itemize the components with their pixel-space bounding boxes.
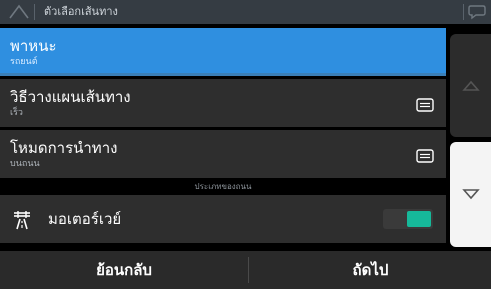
list-item-title: พาหนะ — [10, 37, 57, 55]
toggle-knob — [407, 211, 431, 227]
speech-bubble-icon[interactable] — [468, 4, 486, 20]
list-icon — [416, 148, 434, 163]
next-button[interactable]: ถัดไป — [250, 251, 491, 289]
footer-bar: ย้อนกลับ ถัดไป — [0, 251, 491, 289]
chevron-down-icon — [462, 189, 480, 200]
list-item-title: โหมดการนำทาง — [10, 139, 118, 157]
list-item-vehicle[interactable]: พาหนะ รถยนต์ — [0, 28, 446, 76]
navigation-arrow-icon[interactable] — [8, 4, 30, 20]
list-item-title: วิธีวางแผนเส้นทาง — [10, 88, 131, 106]
scroll-down-button[interactable] — [450, 142, 491, 247]
list-item-subtitle: รถยนต์ — [10, 57, 38, 67]
motorway-label: มอเตอร์เวย์ — [48, 210, 122, 228]
header-divider — [34, 4, 35, 20]
list-item-subtitle: เร็ว — [10, 108, 23, 118]
header-divider-right — [463, 4, 464, 20]
list-item-subtitle: บนถนน — [10, 159, 40, 169]
motorway-icon — [10, 207, 34, 231]
header-bar: ตัวเลือกเส้นทาง — [0, 0, 491, 24]
route-options-screen: ตัวเลือกเส้นทาง พาหนะ รถยนต์ วิธีวางแผนเ… — [0, 0, 491, 289]
chevron-up-icon — [462, 80, 480, 91]
list-item-route-planning[interactable]: วิธีวางแผนเส้นทาง เร็ว — [0, 79, 446, 127]
section-header-road-types: ประเภทของถนน — [194, 182, 252, 191]
scroll-up-button[interactable] — [450, 34, 491, 137]
motorway-toggle-switch[interactable] — [383, 209, 433, 229]
list-item-navigation-mode[interactable]: โหมดการนำทาง บนถนน — [0, 130, 446, 178]
back-button[interactable]: ย้อนกลับ — [0, 251, 248, 289]
footer-divider — [248, 257, 249, 283]
page-title: ตัวเลือกเส้นทาง — [44, 5, 118, 18]
list-icon — [416, 97, 434, 112]
list-item-motorway[interactable]: มอเตอร์เวย์ — [0, 195, 446, 243]
settings-list: พาหนะ รถยนต์ วิธีวางแผนเส้นทาง เร็ว โหมด… — [0, 28, 446, 178]
